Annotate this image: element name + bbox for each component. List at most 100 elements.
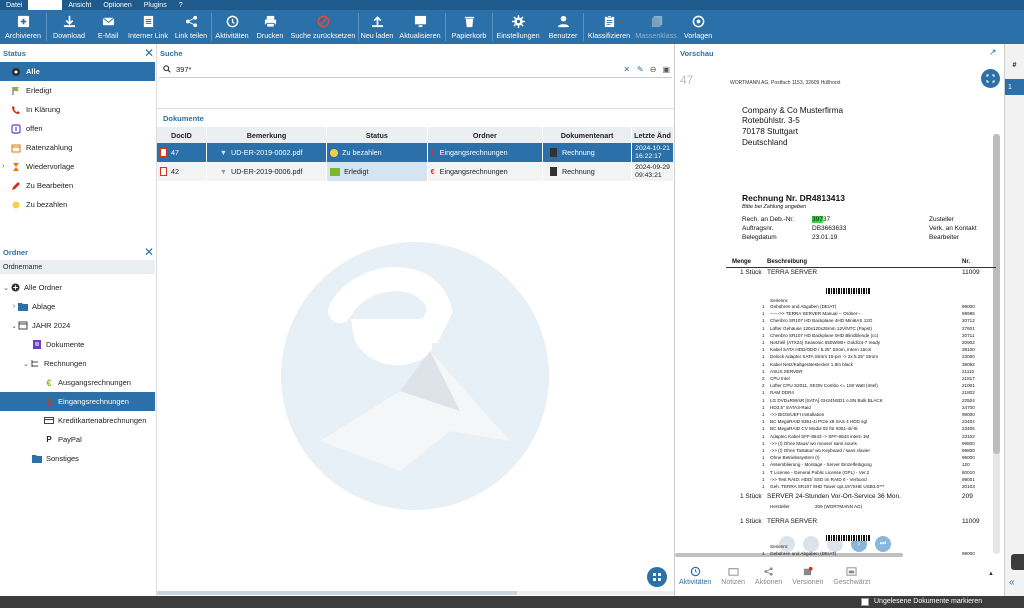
menu-datei[interactable]: Datei bbox=[0, 2, 28, 9]
chevron-down-icon[interactable]: ⌄ bbox=[10, 322, 18, 330]
invoice-title: Rechnung Nr. DR4813413 bbox=[742, 193, 845, 203]
folder-alle-ordner[interactable]: ⌄ Alle Ordner bbox=[0, 278, 155, 297]
download-icon bbox=[63, 15, 75, 28]
email-button[interactable]: E-Mail bbox=[91, 10, 125, 44]
folder-dokumente[interactable]: Dokumente bbox=[0, 335, 155, 354]
menu-optionen[interactable]: Optionen bbox=[97, 2, 137, 9]
aktualisieren-button[interactable]: Aktualisieren bbox=[395, 10, 445, 44]
calendar-icon bbox=[11, 143, 21, 153]
paypal-icon: P bbox=[46, 435, 52, 444]
aktivitaeten-button[interactable]: Aktivitäten bbox=[212, 10, 252, 44]
klassifizieren-button[interactable]: Klassifizieren bbox=[584, 10, 634, 44]
massenklass-button[interactable]: Massenklass. bbox=[634, 10, 680, 44]
component-cell: Geh. TERRA SR107 8HD Tower opt.19"/SHE U… bbox=[770, 484, 885, 489]
component-cell: 1 bbox=[762, 361, 765, 367]
status-item-wiedervorlage[interactable]: › Wiedervorlage bbox=[0, 157, 155, 176]
printer-icon bbox=[264, 15, 276, 28]
folder-ausgangsrechnungen[interactable]: € Ausgangsrechnungen bbox=[0, 373, 155, 392]
neu-laden-button[interactable]: Neu laden bbox=[359, 10, 395, 44]
status-item-ratenzahlung[interactable]: Ratenzahlung bbox=[0, 138, 155, 157]
ordner-column-header[interactable]: Ordnername bbox=[0, 260, 155, 274]
folder-rechnungen[interactable]: ⌄ Rechnungen bbox=[0, 354, 155, 373]
component-cell: 99800 bbox=[962, 440, 975, 446]
preview-page-number: 47 bbox=[680, 73, 694, 87]
status-item-in-klaerung[interactable]: In Klärung bbox=[0, 100, 155, 119]
interner-link-button[interactable]: Interner Link bbox=[125, 10, 171, 44]
collapse-left-icon[interactable]: « bbox=[1009, 577, 1015, 588]
status-item-offen[interactable]: offen bbox=[0, 119, 155, 138]
strip-row-selected[interactable]: 1 bbox=[1005, 79, 1024, 95]
component-cell: 1 bbox=[762, 318, 765, 324]
col-status[interactable]: Status bbox=[326, 127, 428, 143]
side-handle[interactable] bbox=[1011, 554, 1024, 570]
ordner-close-icon[interactable]: ✕ bbox=[144, 246, 154, 258]
tab-aktivitaeten[interactable]: Aktivitäten bbox=[679, 566, 711, 586]
component-cell: 1 bbox=[762, 397, 765, 403]
grid-toggle-button[interactable] bbox=[647, 567, 667, 587]
benutzer-button[interactable]: Benutzer bbox=[543, 10, 583, 44]
component-cell: 1 bbox=[762, 325, 765, 331]
chevron-right-icon[interactable]: › bbox=[2, 163, 8, 170]
component-cell: Lüfter Gehäuse 120x120x25mm 12V/NTC (Pap… bbox=[770, 325, 872, 331]
document-type-icon bbox=[549, 167, 557, 177]
col-ordner[interactable]: Ordner bbox=[427, 127, 543, 143]
menu-plugins[interactable]: Plugins bbox=[138, 2, 173, 9]
edit-search-icon[interactable]: ✎ bbox=[637, 65, 644, 74]
component-cell: 2 bbox=[762, 376, 765, 381]
col-docid[interactable]: DocID bbox=[157, 127, 207, 143]
horizontal-scrollbar[interactable] bbox=[157, 591, 674, 595]
folder-kreditkartenabrechnungen[interactable]: Kreditkartenabrechnungen bbox=[0, 411, 155, 430]
unread-checkbox[interactable] bbox=[861, 598, 869, 606]
component-cell: 23102 bbox=[962, 433, 975, 439]
col-dokumentenart[interactable]: Dokumentenart bbox=[542, 127, 633, 143]
download-button[interactable]: Download bbox=[47, 10, 91, 44]
folder-sonstiges[interactable]: Sonstiges bbox=[0, 449, 155, 468]
component-cell: ->> BIOS/UEFI Installation bbox=[770, 412, 825, 417]
einstellungen-button[interactable]: Einstellungen bbox=[493, 10, 543, 44]
folder-icon bbox=[32, 454, 42, 463]
tab-aktionen[interactable]: Aktionen bbox=[755, 566, 782, 586]
dokumente-panel-title: Dokumente bbox=[163, 113, 204, 123]
archivieren-button[interactable]: Archivieren bbox=[0, 10, 46, 44]
table-row[interactable]: 47 ▼ UD-ER-2019-0002.pdf Zu bezahlen € Ein… bbox=[157, 143, 674, 162]
folder-ablage[interactable]: › Ablage bbox=[0, 297, 155, 316]
component-cell: 1 bbox=[762, 354, 765, 360]
status-item-alle[interactable]: Alle bbox=[0, 62, 155, 81]
folder-jahr-2024[interactable]: ⌄ JAHR 2024 bbox=[0, 316, 155, 335]
table-row[interactable]: 42 ▼ UD-ER-2019-0006.pdf Erledigt € Eingan… bbox=[157, 162, 674, 181]
status-close-icon[interactable]: ✕ bbox=[144, 47, 154, 59]
menu-help[interactable]: ? bbox=[173, 2, 189, 9]
chevron-down-icon[interactable]: ⌄ bbox=[22, 360, 30, 368]
status-item-erledigt[interactable]: Erledigt bbox=[0, 81, 155, 100]
open-external-icon[interactable]: ↗ bbox=[989, 47, 997, 58]
chevron-right-icon[interactable]: › bbox=[10, 303, 18, 310]
component-cell: 38092 bbox=[962, 361, 975, 367]
tab-versionen[interactable]: Versionen bbox=[792, 566, 823, 586]
folder-eingangsrechnungen[interactable]: € Eingangsrechnungen bbox=[0, 392, 155, 411]
component-cell: CPU Intel bbox=[770, 376, 790, 381]
mail-icon bbox=[102, 17, 114, 26]
save-search-icon[interactable]: ▣ bbox=[662, 65, 670, 74]
preview-tabs: Aktivitäten Notizen Aktionen Versionen G… bbox=[679, 566, 880, 586]
component-cell: 21110 bbox=[962, 368, 975, 374]
minus-circle-icon[interactable]: ⊖ bbox=[650, 65, 657, 74]
tab-notizen[interactable]: Notizen bbox=[721, 566, 745, 586]
chevron-down-icon[interactable]: ⌄ bbox=[2, 284, 10, 292]
tab-geschwaerzt[interactable]: Geschwärzt bbox=[833, 566, 870, 586]
col-bemerkung[interactable]: Bemerkung bbox=[206, 127, 328, 143]
col-letzte-aenderung[interactable]: Letzte Änd bbox=[631, 127, 674, 143]
search-input[interactable]: 397* bbox=[176, 65, 623, 74]
menu-ansicht[interactable]: Ansicht bbox=[62, 2, 97, 9]
menu-active-tab[interactable] bbox=[28, 0, 63, 10]
arrow-up-icon[interactable]: ▲ bbox=[988, 571, 994, 577]
link-teilen-button[interactable]: Link teilen bbox=[171, 10, 211, 44]
status-item-zu-bearbeiten[interactable]: Zu Bearbeiten bbox=[0, 176, 155, 195]
drucken-button[interactable]: Drucken bbox=[252, 10, 288, 44]
folder-paypal[interactable]: P PayPal bbox=[0, 430, 155, 449]
status-item-zu-bezahlen[interactable]: Zu bezahlen bbox=[0, 195, 155, 214]
upload-icon bbox=[371, 16, 383, 28]
clear-search-icon[interactable]: ✕ bbox=[623, 65, 630, 74]
vorlagen-button[interactable]: Vorlagen bbox=[680, 10, 716, 44]
papierkorb-button[interactable]: Papierkorb bbox=[446, 10, 492, 44]
suche-zuruecksetzen-button[interactable]: Suche zurücksetzen bbox=[288, 10, 358, 44]
